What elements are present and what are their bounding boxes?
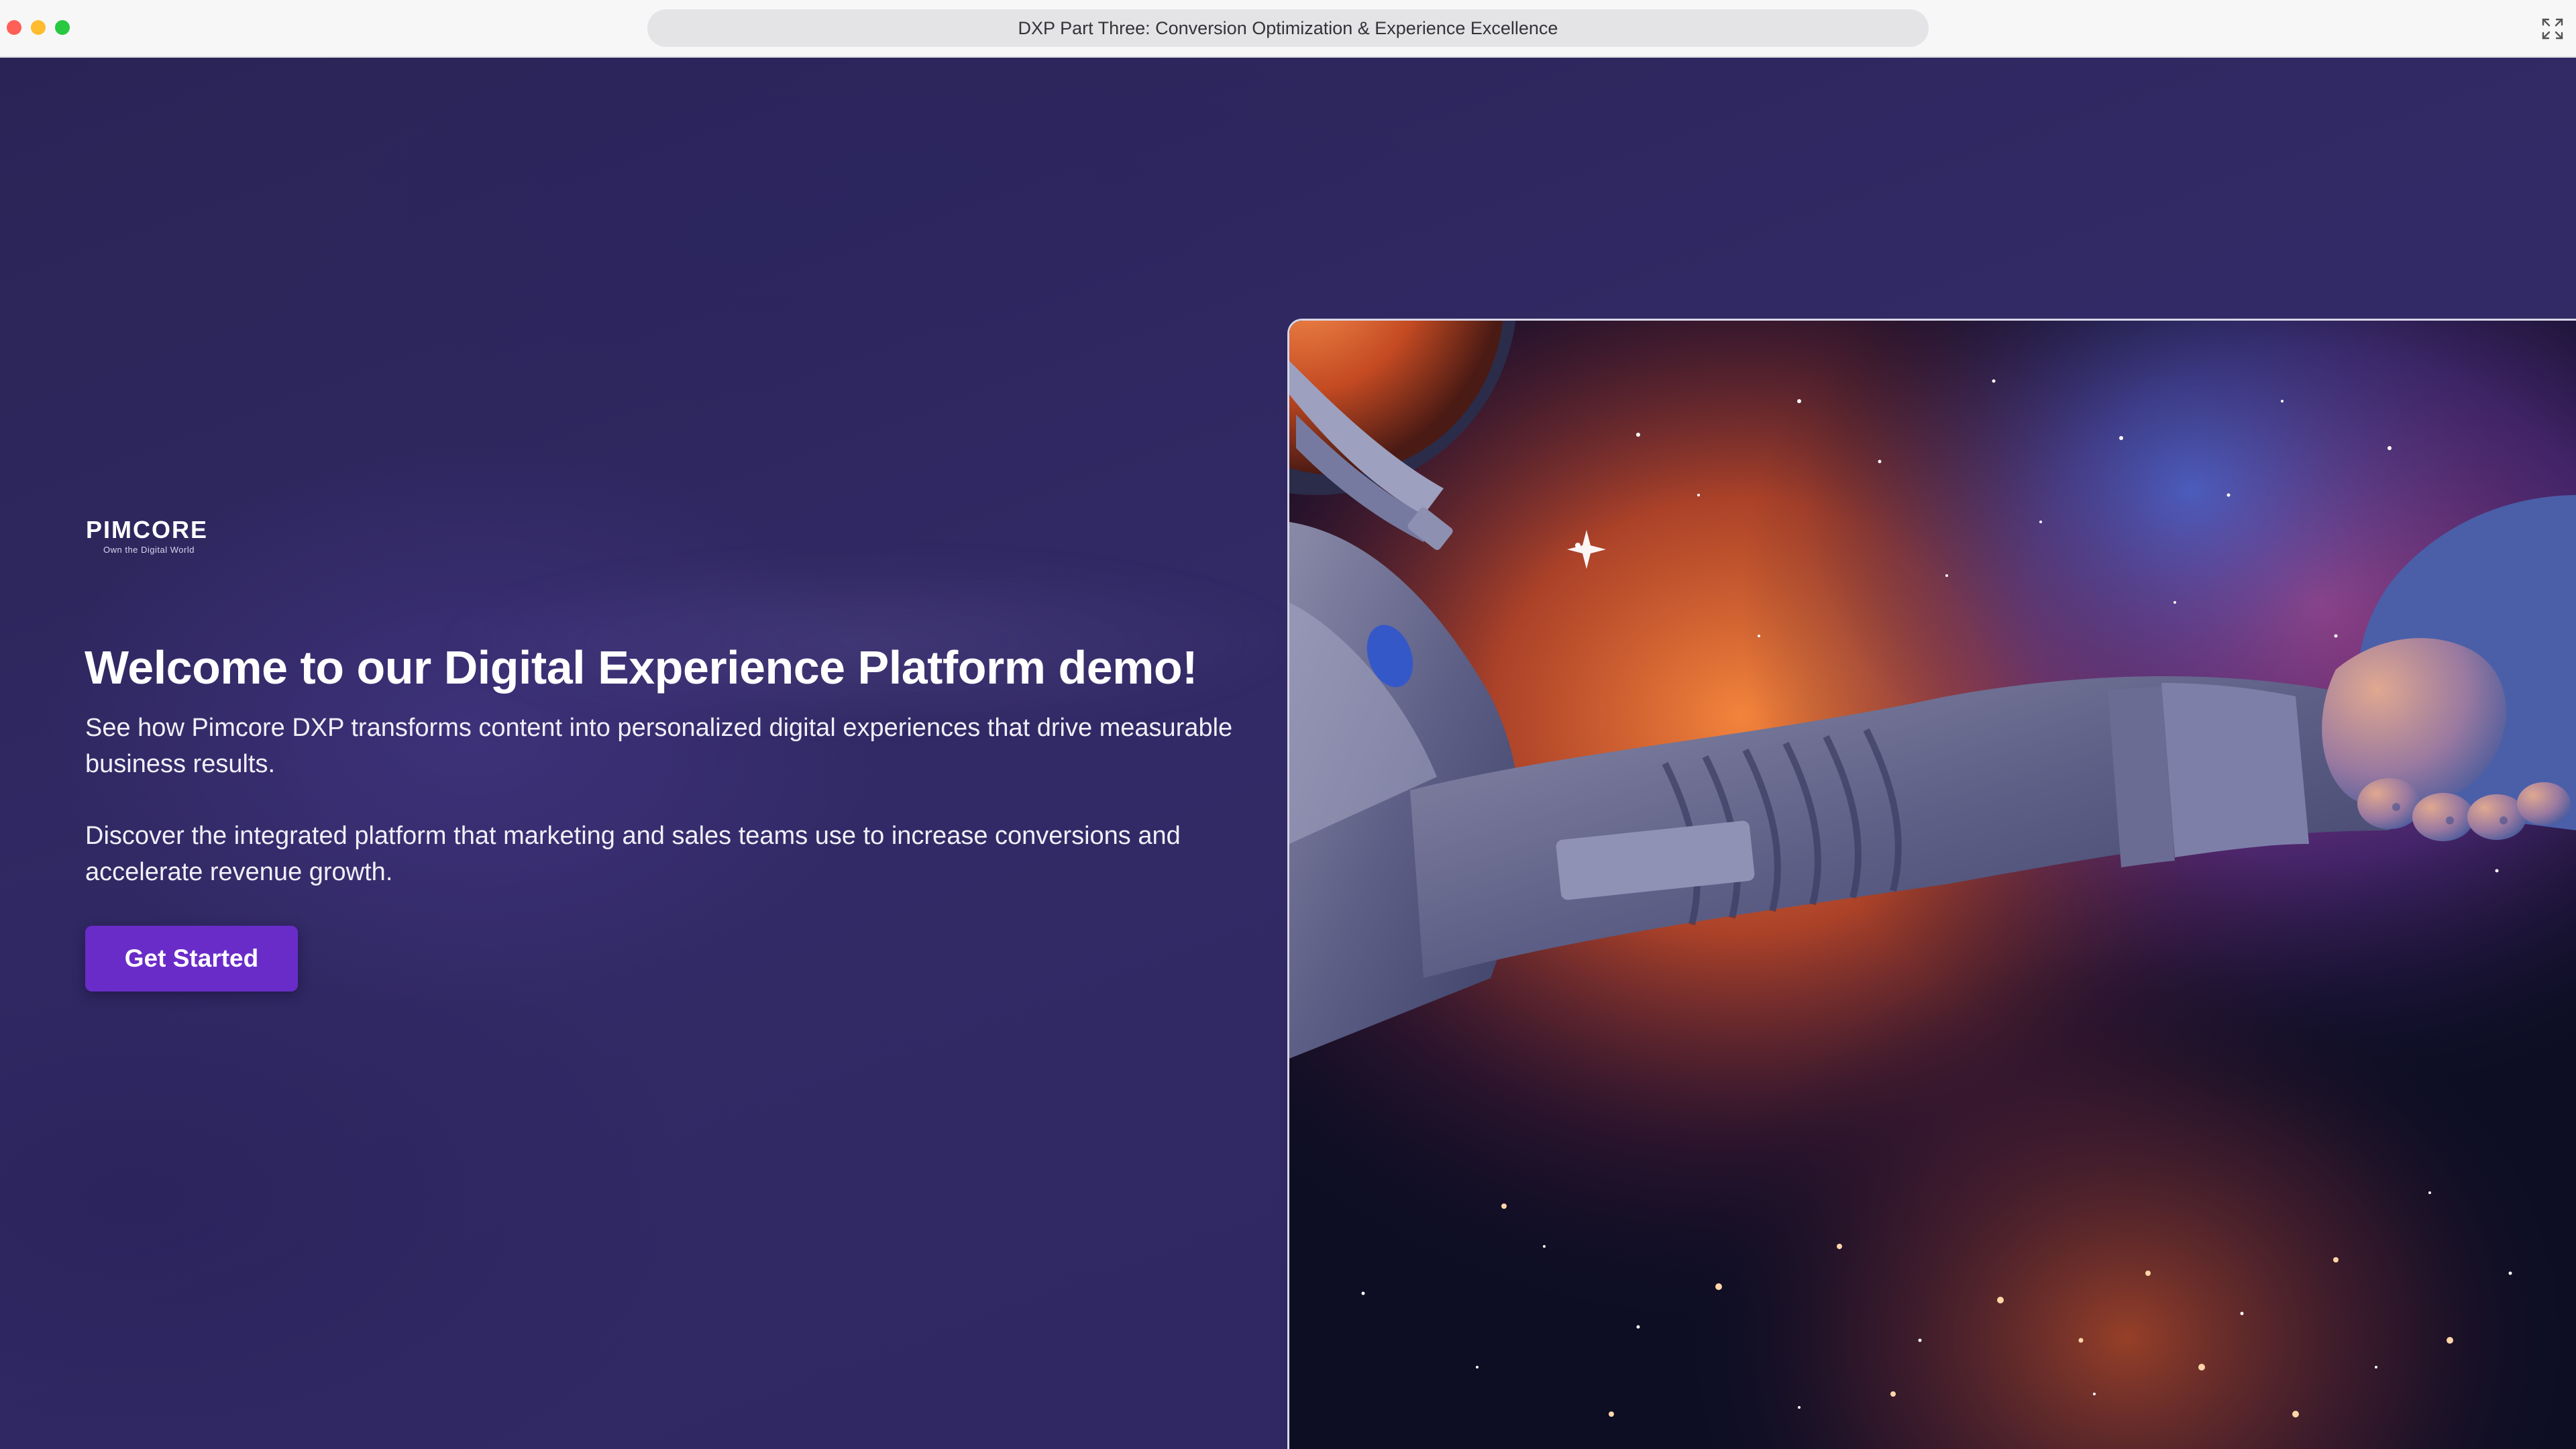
description-paragraph: Discover the integrated platform that ma… [85, 822, 1181, 886]
window-title: DXP Part Three: Conversion Optimization … [647, 9, 1929, 47]
logo-tagline: Own the Digital World [103, 545, 195, 555]
astronaut-handshake-illustration [1289, 321, 2576, 1449]
page-title: Welcome to our Digital Experience Platfo… [85, 641, 1197, 694]
title-bar: DXP Part Three: Conversion Optimization … [0, 0, 2576, 58]
close-icon[interactable] [7, 20, 21, 35]
hero-image [1287, 319, 2576, 1449]
intro-paragraph: See how Pimcore DXP transforms content i… [85, 714, 1233, 778]
get-started-button[interactable]: Get Started [85, 926, 298, 991]
logo-wordmark: PIMCORE [86, 516, 209, 543]
zoom-icon[interactable] [55, 20, 70, 35]
minimize-icon[interactable] [31, 20, 46, 35]
fullscreen-icon[interactable] [2541, 17, 2564, 40]
pimcore-logo: PIMCORE Own the Digital World [86, 517, 227, 562]
browser-window: DXP Part Three: Conversion Optimization … [0, 0, 2576, 1449]
